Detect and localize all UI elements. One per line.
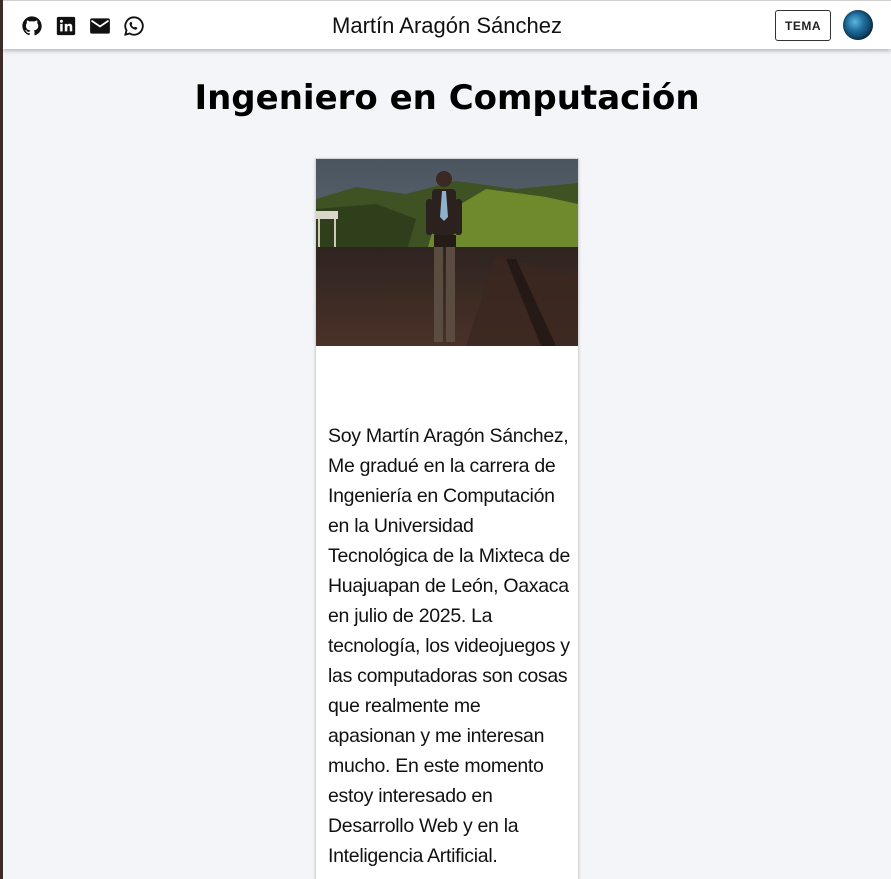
page-heading: Ingeniero en Computación bbox=[194, 78, 700, 118]
profile-card: Soy Martín Aragón Sánchez, Me gradué en … bbox=[315, 158, 579, 879]
page: Martín Aragón Sánchez TEMA Ingeniero en … bbox=[3, 0, 891, 879]
top-app-bar: Martín Aragón Sánchez TEMA bbox=[3, 0, 891, 49]
site-title: Martín Aragón Sánchez bbox=[332, 13, 562, 38]
avatar[interactable] bbox=[843, 10, 873, 40]
bio-text: Soy Martín Aragón Sánchez, Me gradué en … bbox=[328, 425, 570, 867]
profile-photo bbox=[316, 159, 578, 346]
theme-toggle-button[interactable]: TEMA bbox=[775, 10, 831, 41]
